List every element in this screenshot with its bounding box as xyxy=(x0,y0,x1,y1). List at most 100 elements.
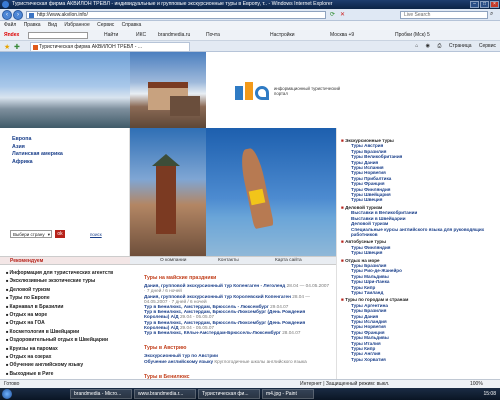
add-favorite-icon[interactable]: ✚ xyxy=(14,42,20,51)
left-menu: Рекомендуем Информация для туристических… xyxy=(0,256,130,379)
page-content: информационный туристический портал Евро… xyxy=(0,52,500,379)
task-1[interactable]: brandmedia - Micro... xyxy=(70,389,132,399)
country-select[interactable]: Выбери страну xyxy=(10,230,52,238)
left-menu-item[interactable]: Отдых на ГОА xyxy=(6,319,126,327)
yandex-toolbar: Яndex Найти ИКС brandmedia.ru Почта Наст… xyxy=(0,30,500,41)
nav-contacts[interactable]: Контакты xyxy=(218,257,239,265)
region-asia-link[interactable]: Азия xyxy=(12,144,63,152)
start-button[interactable] xyxy=(2,389,12,399)
left-menu-item[interactable]: Круизы на паромах xyxy=(6,345,126,353)
tour-item: Тур в Бенилюкс, Амстердам, Брюссель-Люкс… xyxy=(144,320,330,330)
traffic-button[interactable]: Пробки (Мск) 5 xyxy=(395,30,430,40)
task-3[interactable]: Туристическая фи... xyxy=(198,389,260,399)
weather-button[interactable]: Москва +9 xyxy=(330,30,354,40)
close-button[interactable]: × xyxy=(490,1,499,8)
menu-edit[interactable]: Правка xyxy=(24,22,41,28)
right-column: Экскурсионные турыТуры АвстрияТуры Брази… xyxy=(336,128,500,379)
find-button[interactable]: Найти xyxy=(104,30,118,40)
favorites-star-icon[interactable]: ★ xyxy=(4,42,10,51)
tour-item: Дания, групповой экскурсионный тур Корол… xyxy=(144,294,330,304)
task-2[interactable]: www.brandmedia.r... xyxy=(134,389,196,399)
photo-town-tower xyxy=(130,128,206,256)
print-icon[interactable]: ⎙ xyxy=(437,43,441,49)
iks-button[interactable]: ИКС xyxy=(136,30,146,40)
refresh-icon[interactable]: ⟳ xyxy=(330,11,335,18)
feeds-icon[interactable]: ◉ xyxy=(426,43,430,49)
tab-akvilon[interactable]: Туристическая фирма АКВИЛОН ТРЕВЛ - ... xyxy=(30,42,190,51)
left-menu-item[interactable]: Туры по Европе xyxy=(6,294,126,302)
section-heading: Туры в Австрию xyxy=(144,345,187,352)
nav-sitemap[interactable]: Карта сайта xyxy=(275,257,302,265)
go-button[interactable]: ok xyxy=(55,230,65,238)
tour-link[interactable]: Обучение английскому языку xyxy=(144,359,213,364)
yandex-search-field[interactable] xyxy=(28,32,88,39)
header-photo-alpine-village xyxy=(130,52,206,128)
brandmedia-button[interactable]: brandmedia.ru xyxy=(158,30,190,40)
left-menu-item[interactable]: Эксклюзивные экзотические туры xyxy=(6,277,126,285)
status-bar: Готово Интернет | Защищенный режим: выкл… xyxy=(0,379,500,388)
tour-item: Дания, групповой экскурсионный тур Копен… xyxy=(144,283,330,293)
favicon-icon xyxy=(33,45,38,50)
tour-link[interactable]: Тур в Бенилюкс, Амстердам, Брюссель-Люкс… xyxy=(144,320,305,330)
left-menu-item[interactable]: Косметология в Швейцарии xyxy=(6,328,126,336)
section-heading: Туры на майские праздники xyxy=(144,275,217,281)
left-menu-item[interactable]: Выходные в Риге xyxy=(6,370,126,378)
page-icon xyxy=(29,13,34,18)
menu-help[interactable]: Справка xyxy=(122,22,142,28)
clock: 15:08 xyxy=(483,391,496,397)
stop-icon[interactable]: ✕ xyxy=(340,11,345,18)
left-menu-item[interactable]: Деловой туризм xyxy=(6,286,126,294)
left-menu-item[interactable]: Отдых на озерах xyxy=(6,353,126,361)
center-column: Туры на майские праздники Дания, группово… xyxy=(130,265,336,379)
menu-file[interactable]: Файл xyxy=(4,22,16,28)
window-title-bar: Туристическая фирма АКВИЛОН ТРЕВЛ - инди… xyxy=(0,0,500,9)
left-menu-item[interactable]: Отдых на море xyxy=(6,311,126,319)
right-link[interactable]: Туры Швеция xyxy=(341,250,499,255)
region-africa-link[interactable]: Африка xyxy=(12,159,63,167)
address-input[interactable]: http://www.akvilon.info/ xyxy=(26,11,326,19)
tour-dates: 28.04.07 xyxy=(282,330,301,336)
menu-favorites[interactable]: Избранное xyxy=(64,22,89,28)
tour-item: Обучение английскому языку Круглогодичны… xyxy=(144,359,330,364)
left-menu-item[interactable]: Карнавал в Бразилии xyxy=(6,303,126,311)
logo-area: информационный туристический портал xyxy=(206,52,500,128)
left-menu-item[interactable]: Обучение английскому языку xyxy=(6,361,126,369)
maximize-button[interactable]: □ xyxy=(480,1,489,8)
mail-button[interactable]: Почта xyxy=(206,30,220,40)
recommend-header: Рекомендуем xyxy=(0,256,130,265)
home-icon[interactable]: ⌂ xyxy=(415,43,418,49)
right-link[interactable]: Туры Таиланд xyxy=(341,290,499,295)
tour-dates: Круглогодичные школы английского языка xyxy=(214,358,307,364)
right-link[interactable]: Специальные курсы английского языка для … xyxy=(341,227,499,238)
taskbar: brandmedia - Micro... www.brandmedia.r..… xyxy=(0,388,500,400)
menu-tools[interactable]: Сервис xyxy=(97,22,114,28)
photo-beach-woman xyxy=(206,128,336,256)
tab-bar: ★ ✚ Туристическая фирма АКВИЛОН ТРЕВЛ - … xyxy=(0,41,500,52)
right-link[interactable]: Туры Швеция xyxy=(341,197,499,202)
search-input[interactable]: Live Search xyxy=(400,11,488,19)
yandex-logo[interactable]: Яndex xyxy=(4,30,19,40)
tour-link[interactable]: Тур в Бенилюкс, Амстердам, Брюссель-Люкс… xyxy=(144,309,305,319)
region-europe-link[interactable]: Европа xyxy=(12,136,63,144)
settings-button[interactable]: Настройки xyxy=(270,30,295,40)
region-panel: Европа Азия Латинская америка Африка Выб… xyxy=(0,128,130,256)
header-photo-mountains xyxy=(0,52,130,128)
task-4[interactable]: m4.jpg - Paint xyxy=(262,389,314,399)
tour-link[interactable]: Тур в Бенилюкс, Кёльн-Амстердам-Брюссель… xyxy=(144,330,281,335)
nav-about[interactable]: О компании xyxy=(160,257,186,265)
region-latin-america-link[interactable]: Латинская америка xyxy=(12,151,63,159)
right-link[interactable]: Туры Хорватия xyxy=(341,357,499,362)
search-icon[interactable]: ⌕ xyxy=(490,11,493,18)
page-menu[interactable]: Страница xyxy=(449,43,472,49)
back-icon[interactable]: ‹ xyxy=(2,10,12,20)
minimize-button[interactable]: – xyxy=(470,1,479,8)
forward-icon[interactable]: › xyxy=(13,10,23,20)
menu-view[interactable]: Вид xyxy=(48,22,57,28)
search-link[interactable]: поиск xyxy=(90,232,102,237)
left-menu-item[interactable]: Информация для туристических агентств xyxy=(6,269,126,277)
left-menu-item[interactable]: Оздоровительный отдых в Швейцарии xyxy=(6,336,126,344)
logo-caption: информационный туристический портал xyxy=(274,86,340,96)
tools-menu[interactable]: Сервис xyxy=(479,43,496,49)
